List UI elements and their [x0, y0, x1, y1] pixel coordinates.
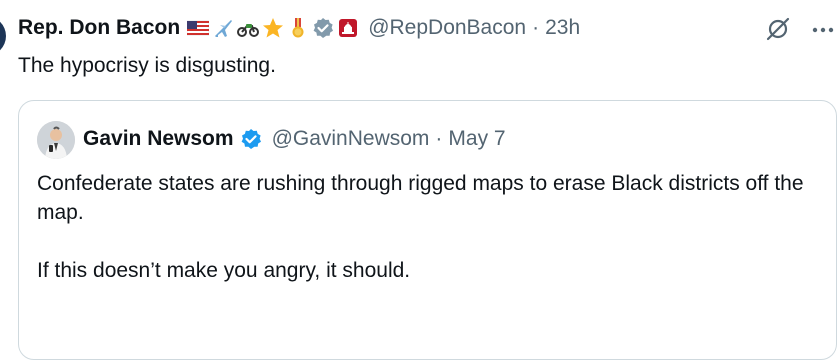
star-icon [263, 18, 284, 38]
quoted-tweet-date[interactable]: May 7 [448, 127, 505, 151]
verified-gray-icon [313, 18, 334, 38]
us-flag-icon [187, 20, 210, 36]
quoted-tweet-header: Gavin Newsom @GavinNewsom · May 7 [83, 125, 506, 153]
tweet-text: The hypocrisy is disgusting. [18, 54, 276, 77]
motorcycle-icon [237, 24, 260, 37]
quoted-paragraph: Confederate states are rushing through r… [37, 172, 804, 224]
quoted-author-handle[interactable]: @GavinNewsom [272, 127, 430, 151]
author-name[interactable]: Rep. Don Bacon [18, 16, 180, 40]
name-emojis [187, 17, 359, 39]
more-options-icon[interactable] [808, 15, 838, 43]
author-handle[interactable]: @RepDonBacon [368, 16, 526, 40]
quoted-paragraph: If this doesn’t make you angry, it shoul… [37, 259, 411, 282]
author-avatar[interactable] [0, 16, 6, 56]
grok-icon[interactable] [764, 15, 792, 43]
medal-icon [292, 18, 304, 38]
airplane-icon [215, 20, 233, 37]
tweet-header: Rep. Don Bacon @RepDonBacon · 23h [18, 14, 580, 42]
quoted-separator-dot: · [435, 127, 443, 150]
quoted-author-name[interactable]: Gavin Newsom [83, 127, 234, 151]
tweet-time[interactable]: 23h [545, 16, 580, 40]
quoted-tweet[interactable]: Gavin Newsom @GavinNewsom · May 7 Confed… [18, 100, 837, 360]
quoted-author-avatar[interactable] [37, 121, 75, 159]
capitol-icon [339, 19, 358, 37]
person-avatar-icon [37, 121, 75, 159]
separator-dot: · [532, 16, 540, 39]
verified-badge-icon [241, 129, 261, 149]
quoted-tweet-text: Confederate states are rushing through r… [37, 169, 817, 285]
